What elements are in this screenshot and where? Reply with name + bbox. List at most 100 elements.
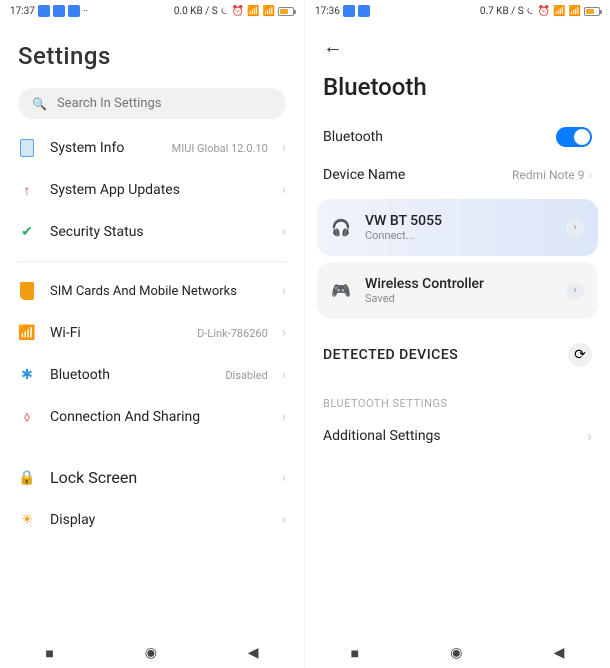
device-status: Saved bbox=[365, 292, 552, 305]
gamepad-icon: 🎮 bbox=[331, 281, 351, 300]
bluetooth-icon: ⏾ bbox=[221, 6, 229, 17]
chevron-right-icon: › bbox=[282, 409, 286, 425]
data-rate: 0.0 KB / S bbox=[174, 6, 218, 17]
chevron-right-icon: › bbox=[282, 224, 286, 240]
chevron-right-icon: › bbox=[282, 367, 286, 383]
device-name: Wireless Controller bbox=[365, 276, 552, 292]
settings-screen: 17:37 ·· 0.0 KB / S ⏾ ⏰ 📶 📶 Settings 🔍 S… bbox=[0, 0, 305, 668]
chevron-right-icon: › bbox=[588, 168, 592, 182]
page-title: Settings bbox=[0, 22, 304, 80]
toggle-label: Bluetooth bbox=[323, 129, 383, 145]
item-label: System App Updates bbox=[50, 182, 268, 198]
item-label: SIM Cards And Mobile Networks bbox=[50, 284, 268, 299]
battery-icon bbox=[584, 7, 600, 16]
more-dots: ·· bbox=[83, 6, 88, 17]
search-icon: 🔍 bbox=[32, 97, 47, 111]
sim-icon bbox=[20, 282, 34, 300]
connection-sharing-row[interactable]: ⬨ Connection And Sharing › bbox=[0, 396, 304, 438]
divider bbox=[18, 261, 286, 262]
headphones-icon: 🎧 bbox=[331, 218, 351, 237]
nav-back-button[interactable]: ◀ bbox=[248, 645, 259, 661]
security-status-row[interactable]: ✔ Security Status › bbox=[0, 211, 304, 253]
bluetooth-screen: 17:36 0.7 KB / S ⏾ ⏰ 📶 📶 ← Bluetooth Blu… bbox=[305, 0, 610, 668]
chevron-right-icon: › bbox=[282, 182, 286, 198]
additional-settings-row[interactable]: Additional Settings › bbox=[305, 416, 610, 455]
bluetooth-status-icon: ⏾ bbox=[527, 6, 535, 17]
device-name-label: Device Name bbox=[323, 167, 405, 183]
nav-recent-button[interactable]: ■ bbox=[351, 645, 359, 662]
nav-home-button[interactable]: ◉ bbox=[145, 645, 157, 661]
device-name-row[interactable]: Device Name Redmi Note 9 › bbox=[305, 157, 610, 193]
bluetooth-icon: ✱ bbox=[18, 366, 36, 384]
item-label: System Info bbox=[50, 140, 158, 156]
item-label: Additional Settings bbox=[323, 428, 441, 444]
alarm-icon: ⏰ bbox=[232, 6, 244, 17]
facebook-icon bbox=[38, 5, 50, 17]
nav-home-button[interactable]: ◉ bbox=[450, 645, 462, 661]
item-value: D-Link-786260 bbox=[197, 327, 268, 340]
chevron-right-icon: › bbox=[282, 283, 286, 299]
nav-back-button[interactable]: ◀ bbox=[554, 645, 565, 661]
item-label: Connection And Sharing bbox=[50, 409, 268, 425]
update-icon: ↑ bbox=[18, 181, 36, 199]
item-label: Lock Screen bbox=[50, 468, 268, 487]
nav-bar: ■ ◉ ◀ bbox=[0, 638, 304, 668]
alarm-icon: ⏰ bbox=[538, 6, 550, 17]
item-label: Security Status bbox=[50, 224, 268, 240]
app-icon bbox=[53, 5, 65, 17]
section-label: DETECTED DEVICES bbox=[323, 347, 458, 363]
bt-settings-header: BLUETOOTH SETTINGS bbox=[305, 375, 610, 416]
wifi-row[interactable]: 📶 Wi-Fi D-Link-786260 › bbox=[0, 312, 304, 354]
security-icon: ✔ bbox=[18, 223, 36, 241]
detected-devices-header: DETECTED DEVICES ⟳ bbox=[305, 325, 610, 375]
signal-icon: 📶 bbox=[553, 6, 565, 17]
data-rate: 0.7 KB / S bbox=[480, 6, 524, 17]
item-label: Wi-Fi bbox=[50, 325, 183, 341]
bluetooth-row[interactable]: ✱ Bluetooth Disabled › bbox=[0, 354, 304, 396]
item-value: MIUI Global 12.0.10 bbox=[172, 142, 268, 155]
item-value: Disabled bbox=[225, 369, 267, 382]
chevron-right-icon: › bbox=[587, 426, 592, 445]
lock-screen-row[interactable]: 🔒 Lock Screen › bbox=[0, 456, 304, 499]
status-time: 17:36 bbox=[315, 6, 340, 17]
chevron-right-icon[interactable]: › bbox=[566, 282, 584, 300]
back-button[interactable]: ← bbox=[305, 22, 610, 65]
system-app-updates-row[interactable]: ↑ System App Updates › bbox=[0, 169, 304, 211]
chevron-right-icon: › bbox=[282, 325, 286, 341]
wifi-icon: 📶 bbox=[569, 6, 581, 17]
refresh-button[interactable]: ⟳ bbox=[568, 343, 592, 367]
nav-bar: ■ ◉ ◀ bbox=[305, 638, 610, 668]
app-icon bbox=[68, 5, 80, 17]
chevron-right-icon: › bbox=[282, 140, 286, 156]
device-status: Connect... bbox=[365, 229, 552, 242]
facebook-icon bbox=[343, 5, 355, 17]
display-icon: ☀ bbox=[18, 511, 36, 529]
system-info-row[interactable]: System Info MIUI Global 12.0.10 › bbox=[0, 127, 304, 169]
item-label: Bluetooth bbox=[50, 367, 211, 383]
status-time: 17:37 bbox=[10, 6, 35, 17]
chevron-right-icon[interactable]: › bbox=[566, 219, 584, 237]
search-box[interactable]: 🔍 bbox=[18, 88, 286, 119]
signal-icon: 📶 bbox=[247, 6, 259, 17]
item-label: Display bbox=[50, 512, 268, 528]
battery-icon bbox=[278, 7, 294, 16]
status-bar-left: 17:37 ·· 0.0 KB / S ⏾ ⏰ 📶 📶 bbox=[0, 0, 304, 22]
device-name-value: Redmi Note 9 bbox=[512, 168, 584, 182]
connection-icon: ⬨ bbox=[18, 408, 36, 426]
search-input[interactable] bbox=[57, 96, 272, 111]
sim-cards-row[interactable]: SIM Cards And Mobile Networks › bbox=[0, 270, 304, 312]
bluetooth-toggle-row: Bluetooth bbox=[305, 117, 610, 157]
paired-device-row[interactable]: 🎮 Wireless Controller Saved › bbox=[317, 262, 598, 319]
display-row[interactable]: ☀ Display › bbox=[0, 499, 304, 541]
chevron-right-icon: › bbox=[282, 512, 286, 528]
nav-recent-button[interactable]: ■ bbox=[45, 645, 53, 662]
wifi-icon: 📶 bbox=[263, 6, 275, 17]
system-info-icon bbox=[20, 139, 34, 157]
wifi-icon: 📶 bbox=[18, 324, 36, 342]
bluetooth-toggle[interactable] bbox=[556, 127, 592, 147]
page-title: Bluetooth bbox=[305, 65, 610, 117]
status-bar-right: 17:36 0.7 KB / S ⏾ ⏰ 📶 📶 bbox=[305, 0, 610, 22]
app-icon bbox=[358, 5, 370, 17]
paired-device-row[interactable]: 🎧 VW BT 5055 Connect... › bbox=[317, 199, 598, 256]
lock-icon: 🔒 bbox=[18, 469, 36, 487]
